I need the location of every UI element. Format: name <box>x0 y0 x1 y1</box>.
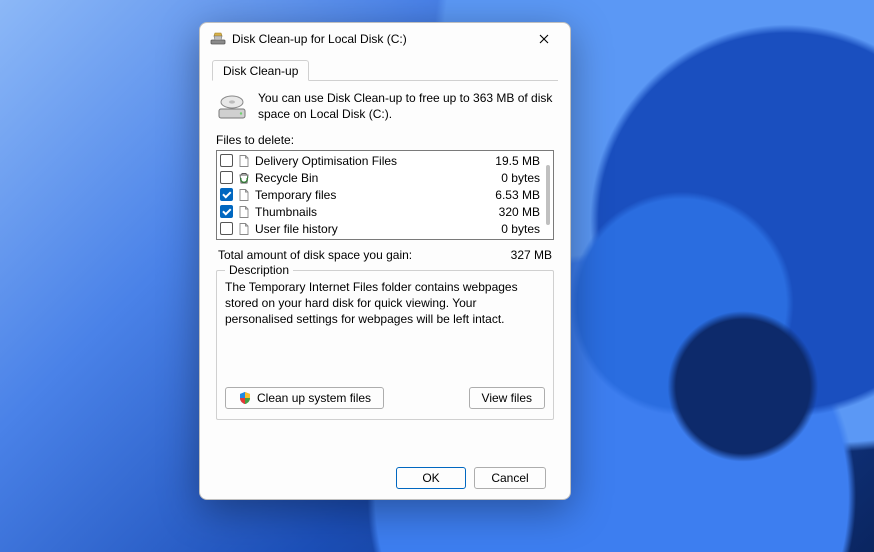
file-size: 320 MB <box>484 205 540 219</box>
file-type-icon <box>237 171 251 185</box>
total-row: Total amount of disk space you gain: 327… <box>218 248 552 262</box>
dialog-buttons: OK Cancel <box>212 457 558 489</box>
file-name: User file history <box>255 222 480 236</box>
desktop-wallpaper: Disk Clean-up for Local Disk (C:) Disk C… <box>0 0 874 552</box>
file-size: 19.5 MB <box>484 154 540 168</box>
cleanup-system-files-button[interactable]: Clean up system files <box>225 387 384 409</box>
file-type-icon <box>237 205 251 219</box>
total-label: Total amount of disk space you gain: <box>218 248 412 262</box>
disk-cleanup-icon <box>210 31 226 47</box>
close-icon <box>539 34 549 44</box>
file-checkbox[interactable] <box>220 222 233 235</box>
file-type-icon <box>237 154 251 168</box>
window-title: Disk Clean-up for Local Disk (C:) <box>232 32 524 46</box>
intro-row: You can use Disk Clean-up to free up to … <box>216 91 554 123</box>
files-to-delete-label: Files to delete: <box>216 133 554 147</box>
file-checkbox[interactable] <box>220 154 233 167</box>
file-name: Delivery Optimisation Files <box>255 154 480 168</box>
titlebar[interactable]: Disk Clean-up for Local Disk (C:) <box>200 23 570 55</box>
tab-panel: You can use Disk Clean-up to free up to … <box>212 81 558 457</box>
total-value: 327 MB <box>511 248 552 262</box>
file-checkbox[interactable] <box>220 188 233 201</box>
file-size: 6.53 MB <box>484 188 540 202</box>
view-files-label: View files <box>482 391 532 405</box>
files-list-inner: Delivery Optimisation Files19.5 MBRecycl… <box>218 152 544 238</box>
description-group: Description The Temporary Internet Files… <box>216 270 554 420</box>
ok-label: OK <box>422 471 439 485</box>
file-name: Recycle Bin <box>255 171 480 185</box>
file-name: Thumbnails <box>255 205 480 219</box>
dialog-body: Disk Clean-up You can use Disk Clean-up … <box>200 55 570 499</box>
tabstrip: Disk Clean-up <box>212 59 558 81</box>
ok-button[interactable]: OK <box>396 467 466 489</box>
file-checkbox[interactable] <box>220 171 233 184</box>
file-row[interactable]: Thumbnails 320 MB <box>218 203 544 220</box>
drive-icon <box>216 91 248 123</box>
description-text: The Temporary Internet Files folder cont… <box>225 279 545 381</box>
file-row[interactable]: Recycle Bin 0 bytes <box>218 169 544 186</box>
tab-label: Disk Clean-up <box>223 64 298 78</box>
file-name: Temporary files <box>255 188 480 202</box>
close-button[interactable] <box>524 25 564 53</box>
file-row[interactable]: User file history 0 bytes <box>218 220 544 237</box>
tab-disk-cleanup[interactable]: Disk Clean-up <box>212 60 309 81</box>
scrollbar-thumb[interactable] <box>546 165 550 225</box>
file-row[interactable]: Temporary files 6.53 MB <box>218 186 544 203</box>
file-row[interactable]: Delivery Optimisation Files 19.5 MB <box>218 152 544 169</box>
cleanup-system-files-label: Clean up system files <box>257 391 371 405</box>
file-type-icon <box>237 222 251 236</box>
shield-icon <box>238 391 252 405</box>
file-size: 0 bytes <box>484 171 540 185</box>
cancel-label: Cancel <box>491 471 528 485</box>
disk-cleanup-window: Disk Clean-up for Local Disk (C:) Disk C… <box>199 22 571 500</box>
file-size: 0 bytes <box>484 222 540 236</box>
listbox-scrollbar[interactable] <box>544 152 552 238</box>
file-type-icon <box>237 188 251 202</box>
cancel-button[interactable]: Cancel <box>474 467 546 489</box>
file-checkbox[interactable] <box>220 205 233 218</box>
files-listbox[interactable]: Delivery Optimisation Files19.5 MBRecycl… <box>216 150 554 240</box>
intro-text: You can use Disk Clean-up to free up to … <box>258 91 554 123</box>
view-files-button[interactable]: View files <box>469 387 545 409</box>
description-legend: Description <box>225 263 293 277</box>
